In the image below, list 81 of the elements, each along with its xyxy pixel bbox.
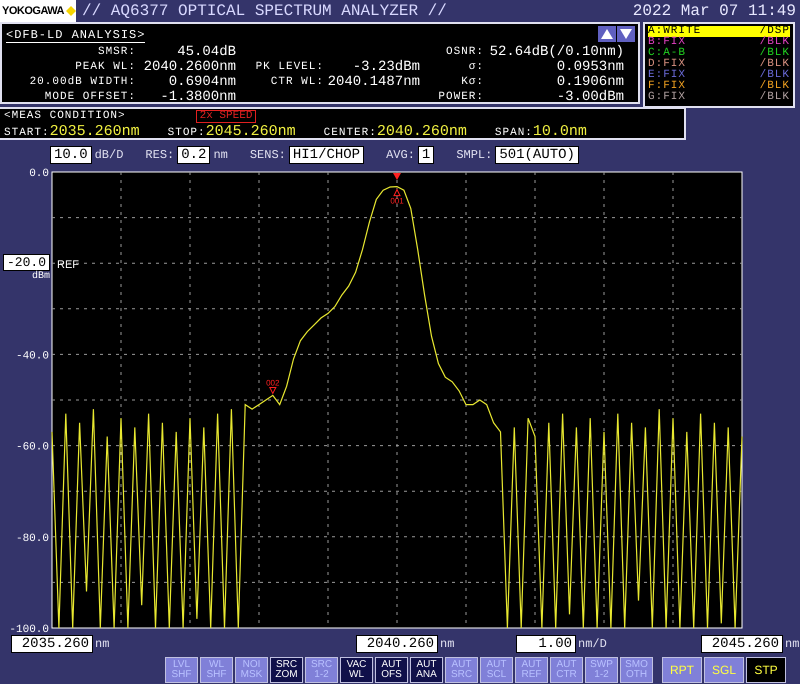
unit-label: dB/D [94, 148, 124, 162]
ref-level-field[interactable]: -20.0 [3, 254, 50, 272]
wavelength-field[interactable]: 2040.260 [356, 635, 438, 654]
trace-item[interactable]: B:FIX /BLK [648, 37, 790, 48]
setting-field[interactable]: 10.0 [50, 146, 92, 164]
marker-label: 001 [390, 196, 404, 206]
unit-label: nm/D [578, 637, 607, 652]
setting-field[interactable]: HI1/CHOP [288, 146, 364, 164]
condition-value: 10.0nm [532, 122, 587, 140]
setting-field[interactable]: 1 [418, 146, 434, 164]
result-value: 2040.2600nm [142, 60, 236, 75]
softkey-button[interactable]: SRC ZOM [270, 656, 303, 683]
wavelength-field[interactable]: 2045.260 [701, 635, 783, 654]
result-value: 45.04dB [176, 45, 236, 60]
wavelength-field[interactable]: 2035.260 [11, 635, 93, 654]
axis-tick-label: -40.0 [16, 350, 49, 363]
result-value: -3.00dBm [556, 90, 624, 105]
axis-tick-label: 0.0 [29, 168, 49, 180]
result-label: σ: [468, 61, 484, 74]
unit-label: nm [785, 637, 800, 652]
sweep-button[interactable]: STP [746, 656, 786, 683]
result-label: MODE OFFSET: [44, 91, 136, 104]
condition-value: 2035.260nm [50, 122, 140, 140]
trace-item[interactable]: A:WRITE /DSP [648, 26, 790, 37]
result-label: PK LEVEL: [254, 61, 324, 74]
scroll-up-icon[interactable] [598, 26, 616, 42]
setting-label: RES: [145, 148, 174, 162]
date-time: 2022 Mar 07 11:49 [632, 2, 796, 20]
axis-tick-label: -100.0 [9, 624, 49, 634]
peak-marker-icon [393, 173, 401, 180]
trace-item[interactable]: G:FIX /BLK [648, 92, 790, 103]
logo-text: YOKOGAWA [2, 5, 64, 17]
result-label: PEAK WL: [74, 61, 136, 74]
result-value: -1.3800nm [159, 90, 236, 105]
result-label: CTR WL: [270, 76, 324, 89]
result-value: 0.6904nm [168, 75, 236, 90]
axis-tick-label: -80.0 [16, 532, 49, 545]
result-label: SMSR: [96, 46, 136, 59]
setting-field[interactable]: 0.2 [177, 146, 210, 164]
softkey-button[interactable]: AUT OFS [375, 656, 408, 683]
setting-field[interactable]: 501(AUTO) [495, 146, 579, 164]
unit-label: dBm [32, 271, 50, 282]
result-value: 52.64dB(/0.10nm) [488, 45, 624, 60]
speed-badge: 2x SPEED [196, 110, 256, 122]
trace-item[interactable]: E:FIX /BLK [648, 70, 790, 81]
marker-icon [393, 188, 401, 196]
trace-item[interactable]: D:FIX /BLK [648, 59, 790, 70]
unit-label: nm [440, 637, 454, 652]
result-value: 0.1906nm [556, 75, 624, 90]
softkey-button[interactable]: VAC WL [340, 656, 373, 683]
ref-label: REF [57, 259, 79, 272]
unit-label: nm [95, 637, 110, 652]
condition-label: CENTER: [324, 126, 377, 138]
trace-item[interactable]: C:A-B /BLK [648, 48, 790, 59]
result-value: 0.0953nm [556, 60, 624, 75]
result-value: 2040.1487nm [326, 75, 420, 90]
setting-label: SENS: [250, 148, 286, 162]
result-label: POWER: [437, 91, 484, 104]
result-label: 20.00dB WIDTH: [28, 76, 136, 89]
result-value: -3.23dBm [352, 60, 420, 75]
diamond-icon [66, 4, 76, 18]
setting-label: AVG: [386, 148, 415, 162]
marker-label: 002 [266, 378, 280, 388]
result-label: OSNR: [444, 46, 484, 59]
window-title: // AQ6377 OPTICAL SPECTRUM ANALYZER // [82, 2, 447, 20]
setting-label: SMPL: [456, 148, 492, 162]
marker-icon [269, 387, 277, 395]
panel-title: <MEAS CONDITION> [4, 110, 126, 122]
condition-label: START: [4, 126, 50, 138]
condition-label: SPAN: [494, 126, 533, 138]
scale-field[interactable]: 1.00 [516, 635, 576, 654]
trace-item[interactable]: F:FIX /BLK [648, 81, 790, 92]
condition-value: 2045.260nm [206, 122, 296, 140]
unit-label: nm [213, 148, 228, 162]
condition-value: 2040.260nm [376, 122, 467, 140]
panel-title: <DFB-LD ANALYSIS> [6, 28, 146, 43]
axis-tick-label: -60.0 [16, 442, 49, 454]
softkey-button[interactable]: AUT ANA [410, 656, 443, 683]
condition-label: STOP: [168, 126, 206, 138]
scroll-down-icon[interactable] [617, 26, 635, 42]
result-label: Kσ: [460, 76, 484, 89]
